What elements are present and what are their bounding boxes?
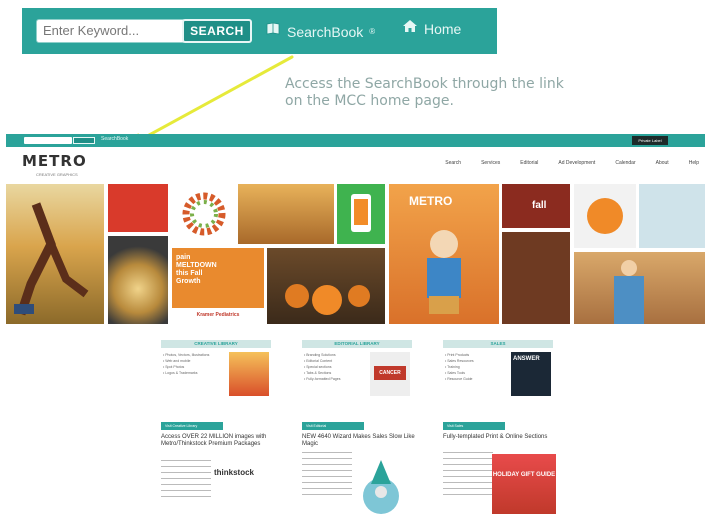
runner-figure [14, 202, 89, 316]
image-collage: pain MELTDOWN this Fall Growth Kramer Pe… [6, 184, 705, 326]
body-text-lines [161, 460, 211, 500]
runner-photo [6, 184, 104, 324]
sales-column: SALES Print Products Sales Resources Tra… [443, 340, 553, 400]
visit-editorial-button[interactable]: Visit Editorial [302, 422, 364, 430]
promo-body-editorial [302, 452, 352, 500]
nav-about[interactable]: About [656, 160, 669, 166]
phone-icon [351, 194, 371, 232]
worker-figure [614, 260, 644, 324]
nav-ad-development[interactable]: Ad Development [558, 160, 595, 166]
website-screenshot: SearchBook Private Label METRO CREATIVE … [6, 134, 705, 518]
main-nav: Search Services Editorial Ad Development… [445, 160, 699, 166]
visit-sales-button[interactable]: Visit Sales [443, 422, 505, 430]
sales-thumb: ANSWER [511, 352, 551, 396]
promo-title-editorial: NEW 4640 Wizard Makes Sales Slow Like Ma… [302, 434, 415, 447]
promo-body-creative [161, 460, 211, 500]
editorial-library-heading[interactable]: EDITORIAL LIBRARY [302, 340, 412, 348]
metro-cover-text: METRO [409, 194, 453, 208]
wizard-illustration [363, 460, 399, 514]
creative-library-heading[interactable]: CREATIVE LIBRARY [161, 340, 271, 348]
badge-graphic [587, 198, 623, 234]
promo-body-sales [443, 452, 493, 500]
autumn-leaves-tile [172, 184, 236, 244]
mobile-app-tile [337, 184, 385, 244]
holiday-gift-guide-thumb: HOLIDAY GIFT GUIDE [492, 454, 556, 514]
worker-tile [574, 252, 705, 324]
list-item[interactable]: Fully-formatted Pages [304, 376, 366, 382]
mini-keyword-input[interactable] [24, 137, 72, 144]
body-text-lines [443, 452, 493, 500]
pediatrics-headline: pain MELTDOWN this Fall Growth [176, 254, 217, 285]
list-item[interactable]: Logos & Trademarks [163, 370, 225, 376]
mini-searchbook-link[interactable]: SearchBook [101, 136, 128, 142]
nav-calendar[interactable]: Calendar [615, 160, 635, 166]
red-ornament-tile [108, 184, 168, 232]
promo-title-creative: Access OVER 22 MILLION images with Metro… [161, 434, 267, 447]
mini-search-button[interactable] [73, 137, 95, 144]
logo-tagline: CREATIVE GRAPHICS [36, 172, 78, 177]
mini-top-bar: SearchBook Private Label [6, 134, 705, 147]
visit-creative-button[interactable]: Visit Creative Library [161, 422, 223, 430]
creative-library-list: Photos, Vectors, Illustrations Web and m… [163, 352, 225, 376]
fall-text: fall [532, 200, 547, 211]
leaf-wreath [182, 192, 226, 236]
metro-cover-tile: METRO [389, 184, 499, 324]
noodle-bowl-tile [108, 236, 168, 324]
pediatrics-caption: Kramer Pediatrics [172, 308, 264, 324]
nav-help[interactable]: Help [689, 160, 699, 166]
creative-library-thumb [229, 352, 269, 396]
editorial-library-list: Branding Solutions Editorial Content Spe… [304, 352, 366, 382]
nav-search[interactable]: Search [445, 160, 461, 166]
cancer-label: CANCER [374, 366, 406, 380]
thinkstock-logo: thinkstock [214, 468, 255, 477]
pumpkins-graphic [285, 284, 370, 315]
promo-title-sales: Fully-templated Print & Online Sections [443, 434, 548, 440]
list-item[interactable]: Resource Guide [445, 376, 507, 382]
answer-label: ANSWER [513, 356, 540, 362]
private-label-button[interactable]: Private Label [632, 136, 668, 145]
metro-logo[interactable]: METRO [22, 152, 87, 170]
editorial-library-thumb: CANCER [370, 352, 410, 396]
nav-editorial[interactable]: Editorial [520, 160, 538, 166]
sales-list: Print Products Sales Resources Training … [445, 352, 507, 382]
sales-heading[interactable]: SALES [443, 340, 553, 348]
orange-badge-tile [574, 184, 636, 248]
chocolate-tile [502, 232, 570, 324]
desk-tile [639, 184, 705, 248]
editorial-library-column: EDITORIAL LIBRARY Branding Solutions Edi… [302, 340, 412, 400]
body-text-lines [302, 452, 352, 500]
creative-library-column: CREATIVE LIBRARY Photos, Vectors, Illust… [161, 340, 271, 400]
family-walk-tile [238, 184, 334, 244]
pumpkins-tile [267, 248, 385, 324]
pediatrics-ad-tile: pain MELTDOWN this Fall Growth Kramer Pe… [172, 248, 264, 324]
fall-tile: fall [502, 184, 570, 228]
nav-services[interactable]: Services [481, 160, 500, 166]
